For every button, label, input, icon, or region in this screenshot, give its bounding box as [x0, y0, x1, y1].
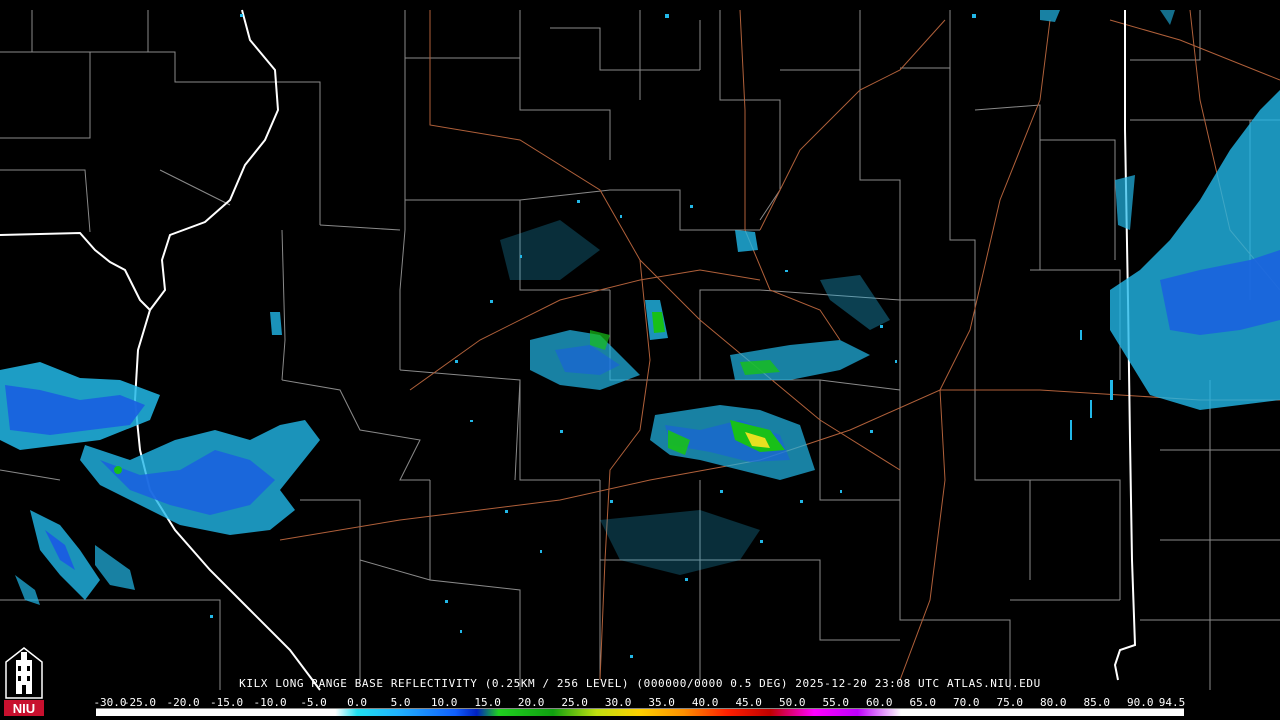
colorbar-labels: -30.0 -25.0 -20.0 -15.0 -10.0 -5.0 0.0 5.0 10.0 1…: [93, 696, 1186, 709]
echo-west-band: [0, 312, 320, 605]
radar-map: [0, 9, 1280, 691]
county-borders: [0, 10, 1280, 690]
echo-east-band: [1040, 10, 1280, 410]
product-info-line: KILX LONG RANGE BASE REFLECTIVITY (0.25K…: [239, 677, 1041, 690]
niu-logo-text: NIU: [13, 701, 35, 716]
niu-logo: NIU: [4, 647, 44, 716]
echo-radar-clutter: [500, 220, 890, 575]
university-tower-icon: [5, 647, 43, 699]
radar-echoes: [0, 10, 1280, 658]
reflectivity-colorbar: [96, 708, 1184, 716]
